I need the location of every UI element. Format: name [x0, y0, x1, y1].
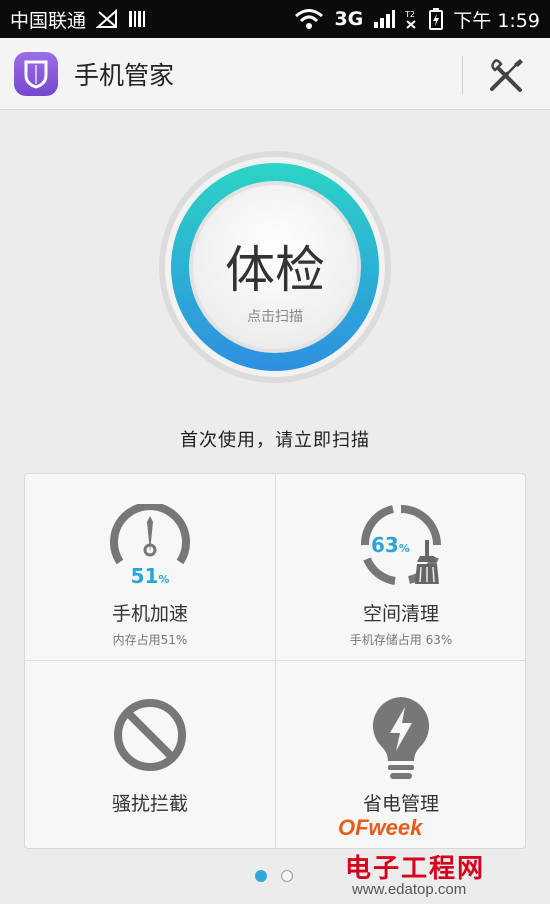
- status-right: 3G T2 下午 1:59: [294, 6, 540, 33]
- barcode-icon: [128, 9, 146, 29]
- checkup-title: 体检: [225, 241, 325, 299]
- wifi-icon: [294, 8, 324, 30]
- tile-block-title: 骚扰拦截: [111, 793, 188, 815]
- tile-cleanup[interactable]: 63% 空间清理 手机存储占用 63%: [276, 474, 526, 660]
- shield-icon: [14, 51, 58, 96]
- page-dot-2[interactable]: [281, 870, 293, 882]
- tile-power-title: 省电管理: [362, 793, 439, 815]
- power-bulb-icon: [370, 695, 432, 785]
- tile-block[interactable]: 骚扰拦截: [25, 661, 275, 847]
- app-title: 手机管家: [74, 60, 175, 90]
- speedup-value: 51: [130, 564, 159, 588]
- speedup-value-group: 51%: [25, 564, 275, 588]
- broom-icon: [414, 540, 440, 590]
- watermark-name: 电子工程网: [345, 854, 486, 884]
- battery-charging-icon: [429, 8, 444, 30]
- svg-text:T2: T2: [405, 10, 415, 19]
- carrier-label: 中国联通: [10, 9, 87, 32]
- sim2-icon: T2: [405, 9, 419, 29]
- speedometer-icon: [108, 502, 192, 570]
- watermark-url: www.edatop.com: [352, 881, 467, 898]
- checkup-button[interactable]: 体检 点击扫描: [158, 150, 392, 384]
- tile-speedup-title: 手机加速: [111, 603, 188, 625]
- tile-speedup-subtitle: 内存占用51%: [112, 633, 188, 647]
- network-type-label: 3G: [334, 8, 364, 30]
- tile-cleanup-title: 空间清理: [362, 603, 439, 625]
- watermark-brand: OFweek: [338, 815, 423, 840]
- signal-icon: [373, 9, 396, 29]
- tile-speedup[interactable]: 51% 手机加速 内存占用51%: [25, 474, 275, 660]
- app-bar: 手机管家: [0, 38, 550, 110]
- clock-label: 下午 1:59: [453, 9, 540, 32]
- cleanup-value-group: 63%: [371, 533, 410, 557]
- no-signal-icon: [96, 9, 118, 29]
- status-bar: 中国联通 3G T2 下午 1:59: [0, 0, 550, 38]
- page-dot-1[interactable]: [255, 870, 267, 882]
- tools-icon[interactable]: [486, 55, 526, 95]
- cleanup-unit: %: [398, 542, 410, 555]
- status-left: 中国联通: [10, 6, 146, 33]
- page-indicator: [255, 870, 293, 882]
- tile-cleanup-subtitle: 手机存储占用 63%: [349, 633, 453, 647]
- cleanup-value: 63: [371, 533, 399, 557]
- checkup-subtitle: 点击扫描: [247, 309, 303, 325]
- appbar-divider: [462, 56, 463, 94]
- block-icon: [112, 697, 188, 777]
- scan-prompt: 首次使用，请立即扫描: [180, 430, 370, 451]
- feature-grid: 51% 手机加速 内存占用51% 63% 空间清理 手机存储占用 63% 骚扰拦…: [24, 473, 526, 849]
- speedup-unit: %: [158, 573, 170, 586]
